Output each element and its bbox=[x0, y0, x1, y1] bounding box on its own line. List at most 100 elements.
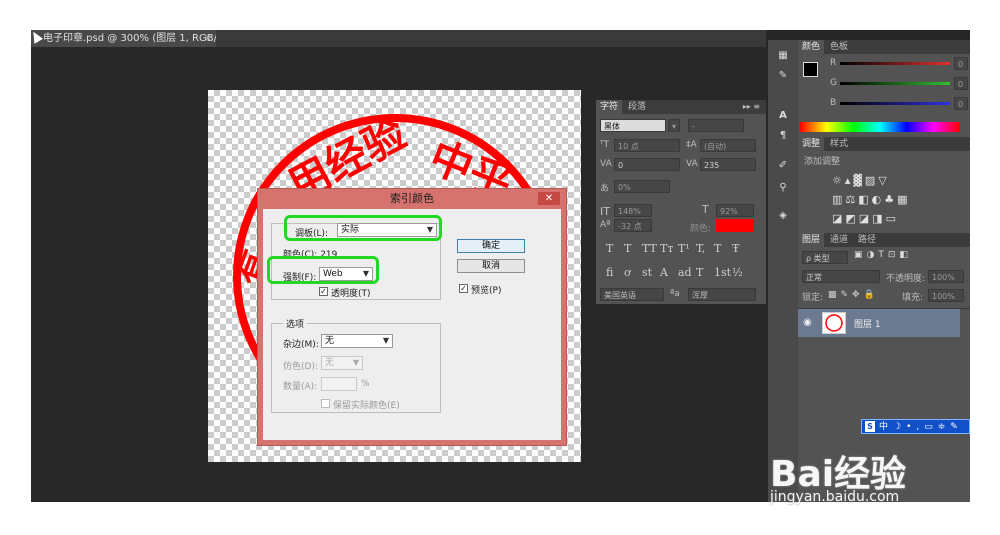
tracking-icon: VA bbox=[686, 159, 698, 169]
color-panel: 颜色 色板 R 0 G 0 B 0 bbox=[798, 40, 970, 137]
tab-color[interactable]: 颜色 bbox=[798, 40, 825, 54]
type-style-button-1[interactable]: T bbox=[624, 242, 631, 255]
channel-value-g[interactable]: 0 bbox=[954, 77, 968, 90]
channel-slider-r[interactable] bbox=[840, 62, 950, 65]
leading-field[interactable]: (自动) bbox=[700, 139, 756, 152]
fill-field[interactable]: 100% bbox=[928, 289, 964, 302]
type-style-button-5[interactable]: T, bbox=[696, 242, 705, 255]
amount-label: 数量(A): bbox=[283, 382, 318, 392]
amount-unit: % bbox=[361, 379, 370, 389]
character-icon[interactable]: A bbox=[777, 110, 789, 121]
tracking-field[interactable]: 235 bbox=[700, 158, 756, 171]
document-tab[interactable]: 电子印章.psd @ 300% (图层 1, RGB/8) * × bbox=[31, 30, 235, 47]
panel-menu-icon[interactable]: ▸▸ ≡ bbox=[739, 100, 764, 114]
dither-select[interactable]: 无 ▼ bbox=[321, 356, 363, 370]
preview-label: 预览(P) bbox=[471, 286, 502, 296]
color-spectrum-bar[interactable] bbox=[800, 122, 960, 132]
horizontal-scale-field[interactable]: 92% bbox=[716, 204, 754, 217]
channel-value-b[interactable]: 0 bbox=[954, 97, 968, 110]
layer-filter-icons[interactable]: ▣◑T⊡◧ bbox=[854, 250, 912, 260]
scale-field[interactable]: 0% bbox=[614, 180, 670, 193]
chevron-down-icon: ▼ bbox=[352, 358, 359, 367]
layer-visibility-eye-icon[interactable]: ◉ bbox=[803, 317, 812, 328]
adjustments-panel: 调整 样式 添加调整 ☼▴▓▨▽ ▥⚖◧◐♣▦ ◪◩◪◨▭ bbox=[798, 137, 970, 233]
font-family-dropdown-icon[interactable]: ▾ bbox=[668, 119, 680, 132]
channel-value-r[interactable]: 0 bbox=[954, 57, 968, 70]
lock-icons[interactable]: ▩✎✥🔒 bbox=[828, 290, 879, 300]
vertical-scale-icon: IT bbox=[600, 205, 610, 218]
transparency-checkbox[interactable]: ✓ bbox=[319, 287, 328, 296]
layer-row[interactable]: ◉ 图层 1 bbox=[798, 309, 960, 337]
tab-layers[interactable]: 图层 bbox=[798, 233, 825, 247]
clone-source-icon[interactable]: ⚲ bbox=[777, 182, 789, 193]
opentype-button-5[interactable]: T bbox=[696, 266, 703, 279]
cancel-button[interactable]: 取消 bbox=[457, 259, 525, 273]
layer-name[interactable]: 图层 1 bbox=[854, 317, 881, 330]
lock-label: 锁定: bbox=[802, 293, 824, 303]
dialog-close-button[interactable]: ✕ bbox=[538, 192, 560, 205]
ime-toolbar[interactable]: S 中☽•,▭≑✎ bbox=[861, 419, 970, 434]
opacity-field[interactable]: 100% bbox=[928, 270, 964, 283]
font-style-select[interactable]: - bbox=[688, 119, 744, 132]
channel-label-g: G bbox=[830, 78, 837, 88]
channel-slider-b[interactable] bbox=[840, 102, 950, 105]
baidu-watermark: Bai经验 jingyan.baidu.com bbox=[770, 445, 995, 515]
tab-channels[interactable]: 通道 bbox=[826, 233, 852, 247]
preview-checkbox[interactable]: ✓ bbox=[459, 284, 468, 293]
text-color-swatch[interactable] bbox=[716, 219, 754, 232]
adjustment-icons-grid[interactable]: ☼▴▓▨▽ ▥⚖◧◐♣▦ ◪◩◪◨▭ bbox=[832, 171, 932, 231]
matte-select[interactable]: 无 ▼ bbox=[321, 334, 393, 348]
opentype-button-4[interactable]: ad bbox=[678, 266, 692, 279]
tab-paths[interactable]: 路径 bbox=[854, 233, 880, 247]
watermark-url: jingyan.baidu.com bbox=[770, 489, 900, 505]
brush-icon[interactable]: ✐ bbox=[777, 160, 789, 171]
tab-styles[interactable]: 样式 bbox=[826, 137, 852, 151]
amount-field[interactable] bbox=[321, 377, 357, 391]
type-style-button-3[interactable]: Tт bbox=[660, 242, 673, 255]
preserve-colors-checkbox[interactable] bbox=[321, 399, 330, 408]
channel-slider-g[interactable] bbox=[840, 82, 950, 85]
properties-icon[interactable]: ✎ bbox=[777, 70, 789, 81]
type-style-button-6[interactable]: T bbox=[714, 242, 721, 255]
opentype-button-7[interactable]: ½ bbox=[732, 266, 743, 279]
blend-mode-select[interactable]: 正常 bbox=[802, 270, 880, 283]
3d-icon[interactable]: ◈ bbox=[777, 210, 789, 221]
opentype-button-0[interactable]: fi bbox=[606, 266, 613, 279]
type-style-button-7[interactable]: Ŧ bbox=[732, 242, 739, 255]
foreground-color-swatch[interactable] bbox=[803, 62, 818, 77]
tab-paragraph[interactable]: 段落 bbox=[624, 100, 650, 114]
close-tab-icon[interactable]: × bbox=[204, 30, 212, 47]
ok-button[interactable]: 确定 bbox=[457, 239, 525, 253]
opentype-button-6[interactable]: 1st bbox=[714, 266, 731, 279]
paragraph-icon[interactable]: ¶ bbox=[777, 130, 789, 141]
color-label: 颜色: bbox=[690, 224, 712, 234]
tab-character[interactable]: 字符 bbox=[596, 100, 623, 114]
font-family-select[interactable]: 黑体 bbox=[600, 119, 666, 132]
kerning-field[interactable]: 0 bbox=[614, 158, 680, 171]
channel-label-b: B bbox=[830, 98, 837, 108]
kerning-icon: VA bbox=[600, 159, 612, 169]
color-panel-tabs: 颜色 色板 bbox=[798, 40, 970, 54]
type-style-button-4[interactable]: T¹ bbox=[678, 242, 690, 255]
ime-logo-icon: S bbox=[865, 421, 875, 432]
type-style-button-0[interactable]: T bbox=[606, 242, 613, 255]
history-icon[interactable]: ▦ bbox=[777, 50, 789, 61]
tab-adjustments[interactable]: 调整 bbox=[798, 137, 825, 151]
font-size-field[interactable]: 10 点 bbox=[614, 139, 680, 152]
opentype-button-2[interactable]: st bbox=[642, 266, 652, 279]
baseline-field[interactable]: -32 点 bbox=[614, 219, 652, 232]
opentype-button-1[interactable]: ơ bbox=[624, 266, 631, 279]
dialog-body: 调板(L): 实际 ▼ 颜色(C): 219 强制(F): Web ▼ ✓ 透明度(… bbox=[263, 209, 561, 440]
add-adjustment-title: 添加调整 bbox=[804, 157, 841, 167]
layer-filter-select[interactable]: ρ 类型 bbox=[802, 251, 848, 264]
horizontal-scale-icon: T bbox=[702, 203, 709, 216]
opentype-button-3[interactable]: A bbox=[660, 266, 668, 279]
vertical-scale-field[interactable]: 148% bbox=[614, 204, 652, 217]
scale-icon: あ bbox=[600, 184, 610, 194]
chevron-down-icon: ▼ bbox=[382, 336, 389, 345]
tab-swatches[interactable]: 色板 bbox=[826, 40, 852, 54]
language-select[interactable]: 美国英语 bbox=[600, 288, 664, 301]
type-style-button-2[interactable]: TT bbox=[642, 242, 657, 255]
antialias-select[interactable]: 浑厚 bbox=[688, 288, 756, 301]
ime-items[interactable]: 中☽•,▭≑✎ bbox=[879, 421, 963, 433]
